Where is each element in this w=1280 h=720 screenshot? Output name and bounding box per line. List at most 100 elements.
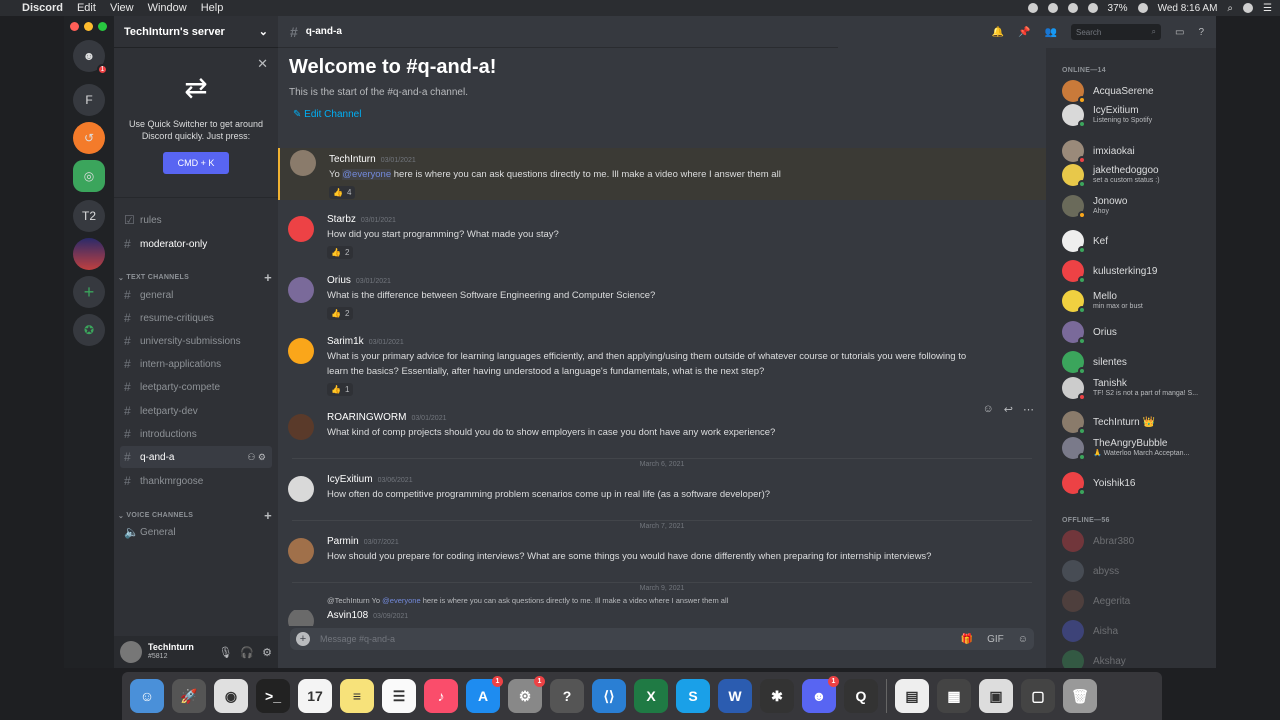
avatar[interactable] xyxy=(288,610,314,626)
server-icon-f[interactable]: F xyxy=(73,84,105,116)
avatar[interactable] xyxy=(288,277,314,303)
menu-view[interactable]: View xyxy=(110,2,134,14)
avatar[interactable] xyxy=(290,150,316,176)
member-item[interactable]: Jonowo Ahoy xyxy=(1062,195,1212,219)
channel-thankmrgoose[interactable]: # thankmrgoose xyxy=(114,470,278,492)
finder-icon[interactable]: ☺ xyxy=(130,679,164,713)
message-author[interactable]: Asvin108 xyxy=(327,610,368,621)
member-item-offline[interactable]: Aegerita xyxy=(1062,590,1212,612)
message-author[interactable]: ROARINGWORM xyxy=(327,412,406,423)
menu-window[interactable]: Window xyxy=(148,2,187,14)
avatar[interactable] xyxy=(288,338,314,364)
gear-icon[interactable]: ⚙ xyxy=(262,646,272,659)
gift-icon[interactable]: 🎁 xyxy=(961,634,973,645)
avatar[interactable] xyxy=(288,476,314,502)
clock[interactable]: Wed 8:16 AM xyxy=(1158,3,1218,14)
bluetooth-icon[interactable] xyxy=(1067,3,1078,13)
member-item[interactable]: imxiaokai xyxy=(1062,140,1212,164)
document-icon[interactable]: ▤ xyxy=(895,679,929,713)
member-item-offline[interactable]: abyss xyxy=(1062,560,1212,582)
channel-moderator-only[interactable]: # moderator-only xyxy=(114,233,278,255)
calendar-icon[interactable]: 17 xyxy=(298,679,332,713)
member-item[interactable]: jakethedoggoo set a custom status :) xyxy=(1062,164,1212,188)
emoji-icon[interactable]: ☺ xyxy=(1018,634,1028,645)
pin-icon[interactable]: 📌 xyxy=(1018,27,1030,38)
excel-icon[interactable]: X xyxy=(634,679,668,713)
channel-university-submissions[interactable]: # university-submissions xyxy=(114,330,278,352)
close-window-button[interactable] xyxy=(70,22,79,31)
search-input[interactable]: Search ⌕ xyxy=(1070,24,1161,40)
vscode-icon[interactable]: ⟨⟩ xyxy=(592,679,626,713)
member-item[interactable]: Kef xyxy=(1062,230,1212,254)
explore-servers-button[interactable]: ✪ xyxy=(73,314,105,346)
avatar[interactable] xyxy=(288,414,314,440)
help-icon[interactable]: ? xyxy=(1198,27,1204,38)
channel-rules[interactable]: ☑ rules xyxy=(114,209,278,231)
davinci-icon[interactable]: ✱ xyxy=(760,679,794,713)
channel-leetparty-compete[interactable]: # leetparty-compete xyxy=(114,376,278,398)
quicktime-icon[interactable]: Q xyxy=(844,679,878,713)
server-header[interactable]: TechInturn's server ⌄ xyxy=(114,16,278,48)
attach-plus-icon[interactable]: + xyxy=(296,632,310,646)
help-icon[interactable]: ? xyxy=(550,679,584,713)
member-item[interactable]: silentes xyxy=(1062,351,1212,375)
members-icon[interactable]: 👥 xyxy=(1045,27,1057,38)
menu-help[interactable]: Help xyxy=(201,2,224,14)
discord-icon[interactable]: ☻ 1 xyxy=(802,676,839,713)
channel-leetparty-dev[interactable]: # leetparty-dev xyxy=(114,400,278,422)
member-item-offline[interactable]: Abrar380 xyxy=(1062,530,1212,552)
control-center-icon[interactable]: ☰ xyxy=(1263,3,1272,14)
server-icon-sunset[interactable] xyxy=(73,238,105,270)
cloud-icon[interactable] xyxy=(1047,3,1058,13)
skype-icon[interactable]: S xyxy=(676,679,710,713)
message-author[interactable]: Orius xyxy=(327,275,351,286)
message-author[interactable]: Sarim1k xyxy=(327,336,364,347)
siri-icon[interactable] xyxy=(1243,3,1254,13)
bell-icon[interactable]: 🔔 xyxy=(992,27,1004,38)
chrome-icon[interactable]: ◉ xyxy=(214,679,248,713)
member-item-offline[interactable]: Aisha xyxy=(1062,620,1212,642)
gif-icon[interactable]: GIF xyxy=(987,634,1004,645)
avatar[interactable] xyxy=(120,641,142,663)
add-channel-icon[interactable]: + xyxy=(264,270,272,285)
voice-channel-general[interactable]: 🔈 General xyxy=(114,521,278,543)
home-button[interactable]: ☻ 1 xyxy=(73,40,108,75)
member-item-offline[interactable]: Akshay xyxy=(1062,650,1212,668)
member-item[interactable]: Tanishk TF! S2 is not a part of manga! S.… xyxy=(1062,377,1212,401)
channel-introductions[interactable]: # introductions xyxy=(114,423,278,445)
reaction[interactable]: 👍 1 xyxy=(327,383,354,396)
minimize-window-button[interactable] xyxy=(84,22,93,31)
launchpad-icon[interactable]: 🚀 xyxy=(172,679,206,713)
battery-percent[interactable]: 37% xyxy=(1108,3,1128,14)
message-author[interactable]: Parmin xyxy=(327,536,359,547)
system-preferences-icon[interactable]: ⚙ 1 xyxy=(508,676,545,713)
reaction[interactable]: 👍 2 xyxy=(327,307,354,320)
category-text-channels[interactable]: ⌄ TEXT CHANNELS + xyxy=(118,270,272,285)
trash-icon[interactable]: 🗑 xyxy=(1063,679,1097,713)
member-item[interactable]: IcyExitium Listening to Spotify xyxy=(1062,104,1212,128)
wifi-icon[interactable] xyxy=(1087,3,1098,13)
reminders-icon[interactable]: ☰ xyxy=(382,679,416,713)
message-author[interactable]: TechInturn xyxy=(329,154,376,165)
member-item[interactable]: TechInturn 👑 xyxy=(1062,411,1212,435)
spotlight-icon[interactable]: ⌕ xyxy=(1227,3,1233,14)
menu-edit[interactable]: Edit xyxy=(77,2,96,14)
window-preview-2-icon[interactable]: ▢ xyxy=(1021,679,1055,713)
channel-general[interactable]: # general xyxy=(114,284,278,306)
reaction[interactable]: 👍 2 xyxy=(327,246,354,259)
mention[interactable]: @everyone xyxy=(342,169,392,180)
message-author[interactable]: Starbz xyxy=(327,214,356,225)
app-store-icon[interactable]: A1 xyxy=(466,676,503,713)
inbox-icon[interactable]: ▭ xyxy=(1175,27,1184,38)
member-item[interactable]: Yoishik16 xyxy=(1062,472,1212,496)
server-icon-t2[interactable]: T2 xyxy=(73,200,105,232)
member-item[interactable]: kulusterking19 xyxy=(1062,260,1212,284)
channel-q-and-a[interactable]: # q-and-a ⚇ ⚙ xyxy=(120,446,272,468)
avatar[interactable] xyxy=(288,538,314,564)
server-icon-techinturn[interactable]: ◎ xyxy=(73,160,105,192)
reply-preview[interactable]: @TechInturn Yo @everyone here is where y… xyxy=(327,596,728,605)
invite-and-settings-icons[interactable]: ⚇ ⚙ xyxy=(247,452,266,463)
notes-icon[interactable]: ≡ xyxy=(340,679,374,713)
menu-app-name[interactable]: Discord xyxy=(22,2,63,14)
member-item[interactable]: AcquaSerene xyxy=(1062,80,1212,104)
